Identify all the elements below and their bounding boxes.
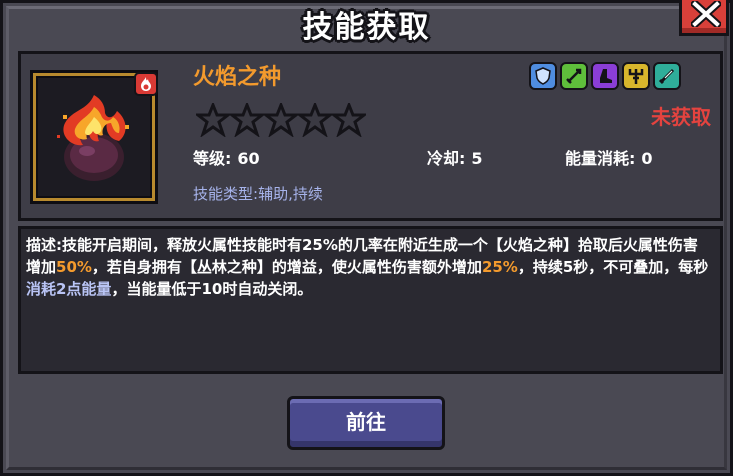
skill-type-label: 技能类型: bbox=[193, 185, 259, 203]
energy-value: 0 bbox=[641, 149, 653, 168]
dialog-title: 技能获取 bbox=[302, 10, 431, 45]
close-icon bbox=[691, 1, 721, 27]
star-rating bbox=[193, 100, 369, 138]
blade-icon bbox=[658, 68, 675, 85]
boot-tag bbox=[591, 62, 619, 90]
skill-tags bbox=[526, 62, 681, 92]
close-button[interactable] bbox=[679, 0, 729, 36]
star-icon bbox=[193, 100, 233, 138]
go-button[interactable]: 前往 bbox=[287, 396, 445, 450]
cooldown-value: 5 bbox=[471, 149, 483, 168]
fire-element-badge bbox=[134, 72, 158, 96]
cooldown-stat: 冷却: 5 bbox=[427, 146, 483, 172]
cooldown-label: 冷却: bbox=[427, 149, 466, 168]
shield-icon bbox=[535, 67, 551, 85]
level-label: 等级: bbox=[193, 149, 232, 168]
level-stat: 等级: 60 bbox=[193, 146, 260, 172]
star-icon bbox=[261, 100, 301, 138]
desc-highlight: 消耗2点能量 bbox=[26, 280, 112, 298]
fire-seed-icon bbox=[57, 95, 129, 181]
level-value: 60 bbox=[237, 149, 260, 168]
desc-highlight: 50% bbox=[56, 258, 92, 276]
star-icon bbox=[329, 100, 369, 138]
sword-icon bbox=[566, 68, 582, 84]
energy-label: 能量消耗: bbox=[565, 149, 636, 168]
star-icon bbox=[227, 100, 267, 138]
sword-tag bbox=[560, 62, 588, 90]
trident-tag bbox=[622, 62, 650, 90]
boot-icon bbox=[600, 69, 612, 83]
skill-description: 描述:技能开启期间，释放火属性技能时有25%的几率在附近生成一个【火焰之种】拾取… bbox=[26, 234, 710, 300]
desc-text: ，若自身拥有【丛林之种】的增益，使火属性伤害额外增加 bbox=[91, 258, 482, 276]
desc-text: ，持续5秒，不可叠加，每秒 bbox=[517, 258, 709, 276]
shield-tag bbox=[529, 62, 557, 90]
skill-type-value: 辅助,持续 bbox=[258, 185, 323, 203]
acquire-status: 未获取 bbox=[651, 105, 711, 129]
energy-stat: 能量消耗: 0 bbox=[565, 146, 653, 172]
blade-tag bbox=[653, 62, 681, 90]
skill-type: 技能类型:辅助,持续 bbox=[193, 181, 323, 207]
desc-highlight: 25% bbox=[481, 258, 518, 276]
star-icon bbox=[295, 100, 335, 138]
trident-icon bbox=[628, 69, 644, 84]
skill-name: 火焰之种 bbox=[193, 65, 282, 90]
desc-text: ，当能量低于10时自动关闭。 bbox=[111, 280, 313, 298]
fire-icon bbox=[141, 77, 151, 91]
